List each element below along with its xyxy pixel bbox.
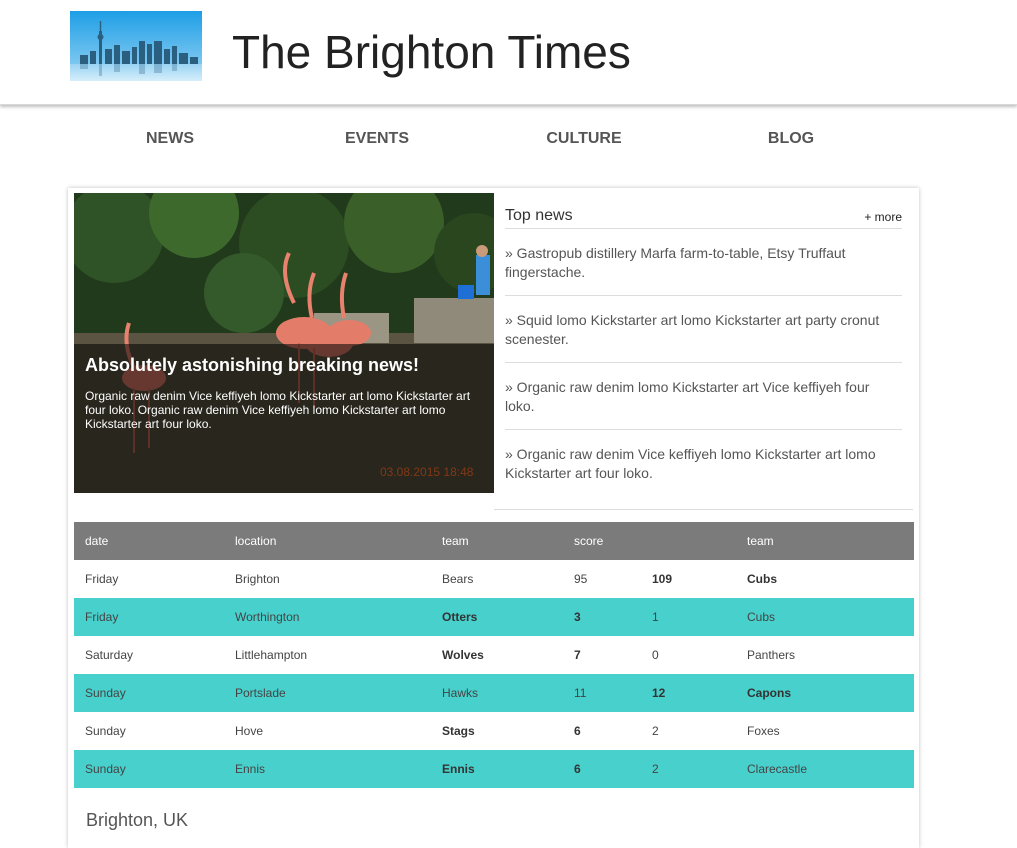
cell-away-score: 0 <box>652 648 659 662</box>
hero-story[interactable]: Absolutely astonishing breaking news! Or… <box>74 193 494 493</box>
cell-home-score: 11 <box>563 674 641 712</box>
cell-location: Littlehampton <box>235 648 308 662</box>
cell-date: Sunday <box>74 674 224 712</box>
cell-away-team: Panthers <box>747 648 796 662</box>
list-item[interactable]: » Organic raw denim Vice keffiyeh lomo K… <box>505 430 902 496</box>
cell-away-team: Foxes <box>747 724 780 738</box>
cell-away-score: 109 <box>652 572 673 586</box>
hero-summary: Organic raw denim Vice keffiyeh lomo Kic… <box>85 389 471 431</box>
cell-away-team: Clarecastle <box>736 750 914 788</box>
cell-location: Ennis <box>224 750 431 788</box>
nav-item-events[interactable]: EVENTS <box>277 130 477 148</box>
cell-away-score: 2 <box>652 724 659 738</box>
column-header-team: team <box>431 522 563 560</box>
site-header: The Brighton Times <box>0 0 1017 105</box>
site-title: The Brighton Times <box>232 26 631 78</box>
column-header-location: location <box>224 522 431 560</box>
cell-date: Friday <box>74 598 224 636</box>
top-news-header: Top news + more <box>505 204 902 229</box>
news-link[interactable]: » Gastropub distillery Marfa farm-to-tab… <box>505 244 900 282</box>
table-row: Saturday Littlehampton Wolves 7 0 Panthe… <box>74 636 914 674</box>
table-row: Sunday Hove Stags 6 2 Foxes <box>74 712 914 750</box>
news-link[interactable]: » Organic raw denim Vice keffiyeh lomo K… <box>505 445 900 483</box>
table-row: Sunday Ennis Ennis 6 2 Clarecastle <box>74 750 914 788</box>
cell-away-score: 12 <box>641 674 736 712</box>
cell-date: Friday <box>85 572 119 586</box>
cell-home-score: 3 <box>563 598 641 636</box>
photo-timestamp: 03.08.2015 18:48 <box>380 465 474 479</box>
list-item[interactable]: » Squid lomo Kickstarter art lomo Kickst… <box>505 296 902 363</box>
nav-item-culture[interactable]: CULTURE <box>484 130 684 148</box>
cell-away-team: Capons <box>736 674 914 712</box>
table-row: Sunday Portslade Hawks 11 12 Capons <box>74 674 914 712</box>
cell-location: Hove <box>235 724 264 738</box>
content-card: Absolutely astonishing breaking news! Or… <box>68 188 919 848</box>
top-news-title: Top news <box>505 207 573 224</box>
news-link[interactable]: » Organic raw denim lomo Kickstarter art… <box>505 378 900 416</box>
cell-location: Portslade <box>224 674 431 712</box>
column-header-team-2: team <box>736 522 914 560</box>
cell-date: Saturday <box>85 648 134 662</box>
scores-table: date location team score team Friday Bri… <box>74 522 914 788</box>
list-item[interactable]: » Organic raw denim lomo Kickstarter art… <box>505 363 902 430</box>
nav-item-blog[interactable]: BLOG <box>691 130 891 148</box>
top-news-panel: Top news + more » Gastropub distillery M… <box>505 204 902 496</box>
main-nav: NEWS EVENTS CULTURE BLOG <box>0 104 1017 184</box>
cell-home-team: Bears <box>442 572 474 586</box>
cell-location: Worthington <box>224 598 431 636</box>
column-header-score: score <box>563 522 641 560</box>
cell-home-team: Otters <box>431 598 563 636</box>
hero-title[interactable]: Absolutely astonishing breaking news! <box>85 355 485 376</box>
table-row: Friday Worthington Otters 3 1 Cubs <box>74 598 914 636</box>
cell-home-team: Hawks <box>431 674 563 712</box>
skyline-logo-icon[interactable] <box>70 11 202 81</box>
list-item[interactable]: » Gastropub distillery Marfa farm-to-tab… <box>505 229 902 296</box>
cell-home-score: 7 <box>574 648 581 662</box>
cell-away-team: Cubs <box>736 598 914 636</box>
cell-location: Brighton <box>235 572 280 586</box>
cell-home-score: 6 <box>574 724 581 738</box>
column-header-date: date <box>74 522 224 560</box>
location-label: Brighton, UK <box>86 810 189 830</box>
news-link[interactable]: » Squid lomo Kickstarter art lomo Kickst… <box>505 311 900 349</box>
cell-home-team: Ennis <box>431 750 563 788</box>
cell-home-team: Stags <box>442 724 475 738</box>
table-row: Friday Brighton Bears 95 109 Cubs <box>74 560 914 598</box>
cell-away-team: Cubs <box>747 572 777 586</box>
cell-away-score: 1 <box>641 598 736 636</box>
more-news-link[interactable]: + more <box>864 210 902 224</box>
cell-date: Sunday <box>85 724 126 738</box>
cell-date: Sunday <box>74 750 224 788</box>
cell-home-score: 6 <box>563 750 641 788</box>
cell-home-score: 95 <box>574 572 588 586</box>
cell-away-score: 2 <box>641 750 736 788</box>
cell-home-team: Wolves <box>442 648 484 662</box>
divider <box>494 509 913 510</box>
nav-item-news[interactable]: NEWS <box>70 130 270 148</box>
column-header-score-2 <box>641 522 736 560</box>
table-header-row: date location team score team <box>74 522 914 560</box>
